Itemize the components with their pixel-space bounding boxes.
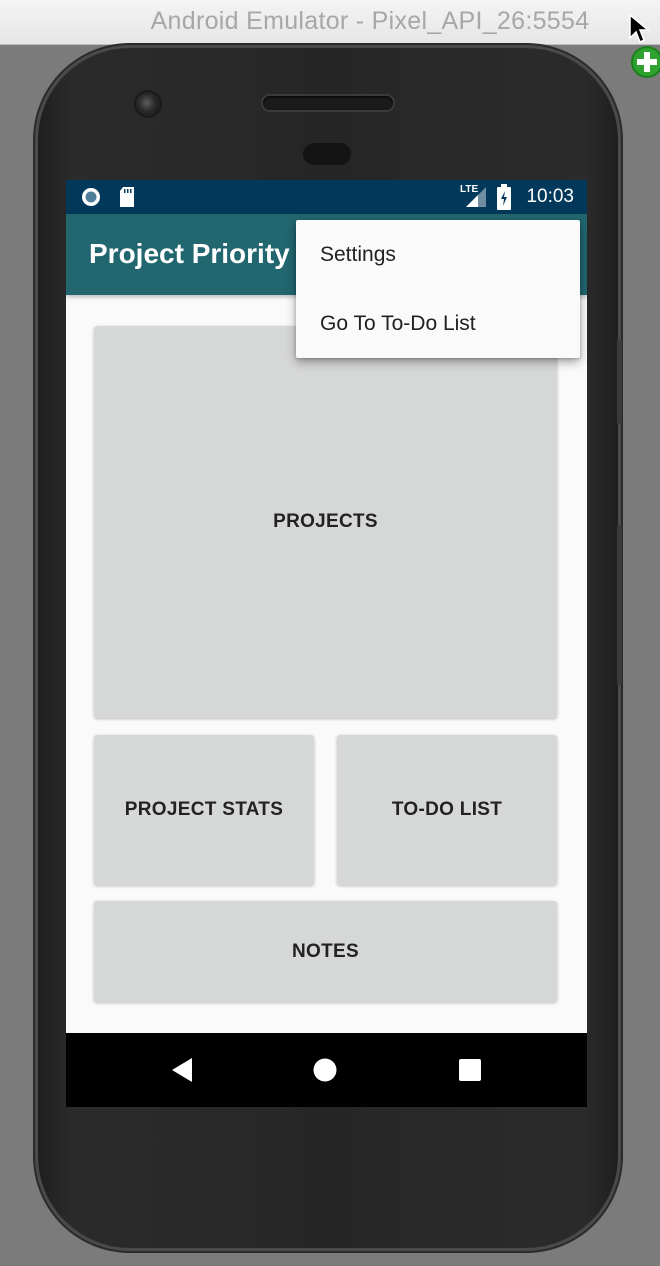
recents-icon[interactable]: [459, 1059, 481, 1081]
home-icon[interactable]: [313, 1058, 337, 1082]
emulator-title-bar[interactable]: Android Emulator - Pixel_API_26:5554: [0, 0, 660, 45]
notes-tile-label: NOTES: [292, 940, 359, 962]
project-stats-tile[interactable]: PROJECT STATS: [94, 735, 314, 885]
todo-list-tile-label: TO-DO LIST: [391, 799, 503, 820]
volume-button[interactable]: [617, 525, 622, 685]
cell-signal-icon: [466, 187, 486, 207]
front-camera: [136, 92, 160, 116]
status-bar: LTE 10:03: [66, 180, 587, 214]
battery-charging-icon: [497, 184, 511, 210]
back-icon[interactable]: [170, 1057, 194, 1083]
mouse-cursor-icon: [629, 14, 650, 44]
status-time: 10:03: [526, 186, 574, 207]
notification-circle-icon: [82, 188, 100, 206]
app-title: Project Priority: [89, 238, 290, 269]
navigation-bar: [66, 1033, 587, 1107]
overflow-menu: Settings Go To To-Do List: [296, 220, 580, 358]
power-button[interactable]: [617, 340, 622, 424]
add-icon: [631, 46, 660, 78]
projects-tile[interactable]: PROJECTS: [94, 326, 557, 718]
project-stats-tile-label: PROJECT STATS: [124, 799, 284, 820]
proximity-sensor: [303, 143, 351, 165]
notes-tile[interactable]: NOTES: [94, 901, 557, 1002]
todo-list-tile[interactable]: TO-DO LIST: [337, 735, 557, 885]
sd-card-icon: [120, 187, 134, 207]
earpiece-speaker: [263, 96, 393, 110]
projects-tile-label: PROJECTS: [273, 511, 378, 532]
menu-item-settings[interactable]: Settings: [296, 221, 580, 289]
menu-item-go-to-todo-list[interactable]: Go To To-Do List: [296, 290, 580, 358]
emulator-window-title: Android Emulator - Pixel_API_26:5554: [150, 7, 590, 35]
